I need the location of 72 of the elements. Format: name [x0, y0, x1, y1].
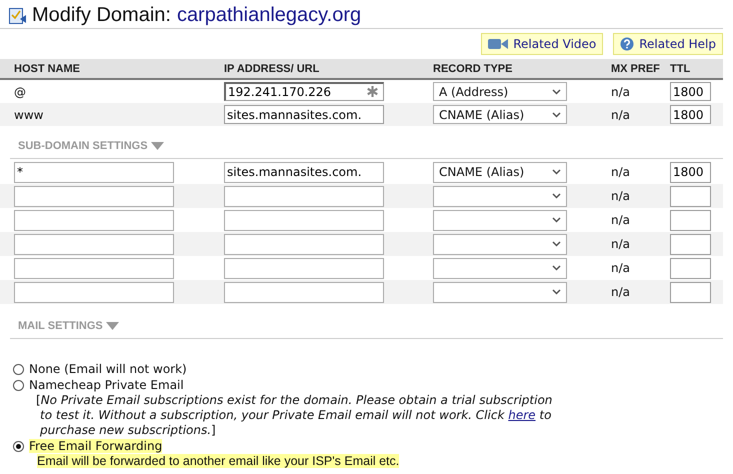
record-type-select[interactable]: [433, 282, 567, 302]
ttl-field[interactable]: [670, 258, 711, 278]
ttl-field[interactable]: 1800: [670, 105, 711, 124]
mx-pref-cell-text: n/a: [611, 237, 632, 251]
related-help-button[interactable]: Related Help: [613, 33, 723, 55]
option-label: Free Email Forwarding: [29, 439, 162, 453]
host-name-field[interactable]: [14, 186, 174, 206]
page-title: Modify Domain:: [32, 4, 171, 26]
chevron-icon: [552, 193, 561, 199]
host-name-field[interactable]: [14, 210, 174, 230]
ip-address-field[interactable]: [224, 234, 384, 254]
option-description: Email will be forwarded to another email like your ISP's Email etc.: [37, 454, 400, 468]
subscription-note: [No Private Email subscriptions exist for the domain. Please obtain a trial subscription to test it. Without a subscription, your Private Email email will not work. Click here to purchase new subscriptions.]: [36, 393, 554, 438]
dropdown-triangle-icon: [106, 322, 119, 330]
mx-pref-cell-text: n/a: [611, 261, 632, 275]
chevron-icon: [552, 241, 561, 247]
ttl-field[interactable]: 1800: [670, 162, 711, 182]
ttl-field[interactable]: 1800: [670, 82, 711, 101]
record-type-select[interactable]: CNAME (Alias): [433, 162, 567, 182]
video-camera-icon: [488, 38, 508, 50]
chevron-icon: [552, 217, 561, 223]
dropdown-triangle-icon: [150, 142, 164, 150]
related-video-button[interactable]: Related Video: [481, 33, 604, 55]
chevron-icon: [552, 289, 561, 295]
ttl-field[interactable]: [670, 282, 711, 302]
edit-document-icon: [8, 5, 28, 25]
column-header: IP ADDRESS/ URL: [224, 62, 320, 74]
here-link[interactable]: here: [508, 408, 536, 422]
host-name-cell-text: @: [14, 84, 27, 98]
record-type-select[interactable]: CNAME (Alias): [433, 105, 567, 124]
record-type-select[interactable]: [433, 234, 567, 254]
help-icon: [620, 37, 634, 51]
ip-address-field[interactable]: [224, 186, 384, 206]
record-type-select[interactable]: A (Address): [433, 82, 567, 101]
ip-address-field[interactable]: [224, 258, 384, 278]
ip-address-field[interactable]: sites.mannasites.com.: [224, 105, 384, 124]
record-type-select[interactable]: [433, 186, 567, 206]
ttl-field[interactable]: [670, 210, 711, 230]
column-header: MX PREF: [611, 62, 661, 74]
ttl-field[interactable]: [670, 234, 711, 254]
host-name-cell-text: www: [14, 108, 44, 122]
ip-address-field[interactable]: [224, 210, 384, 230]
option-label: None (Email will not work): [29, 362, 187, 376]
mx-pref-cell-text: n/a: [611, 84, 632, 98]
host-name-field[interactable]: [14, 234, 174, 254]
chevron-icon: [552, 112, 561, 118]
domain-name: carpathianlegacy.org: [176, 4, 362, 26]
required-asterisk-icon: [367, 86, 378, 97]
column-header: TTL: [670, 62, 692, 74]
mx-pref-cell-text: n/a: [611, 285, 632, 299]
record-type-select[interactable]: [433, 210, 567, 230]
ip-address-field[interactable]: 192.241.170.226: [224, 82, 384, 101]
ttl-field[interactable]: [670, 186, 711, 206]
host-name-field[interactable]: [14, 282, 174, 302]
host-name-field[interactable]: [14, 258, 174, 278]
ip-address-field[interactable]: sites.mannasites.com.: [224, 162, 384, 182]
chevron-icon: [552, 169, 561, 175]
radio-button[interactable]: [13, 364, 24, 374]
host-name-field[interactable]: *: [14, 162, 174, 182]
mx-pref-cell-text: n/a: [611, 189, 632, 203]
mx-pref-cell-text: n/a: [611, 165, 632, 179]
record-type-select[interactable]: [433, 258, 567, 278]
option-label: Namecheap Private Email: [29, 378, 184, 392]
column-header: RECORD TYPE: [433, 62, 514, 74]
chevron-icon: [552, 88, 561, 94]
mx-pref-cell-text: n/a: [611, 213, 632, 227]
radio-button[interactable]: [13, 380, 24, 390]
chevron-icon: [552, 265, 561, 271]
column-header: HOST NAME: [14, 62, 81, 74]
radio-button[interactable]: [13, 440, 24, 452]
mx-pref-cell-text: n/a: [611, 108, 632, 122]
ip-address-field[interactable]: [224, 282, 384, 302]
